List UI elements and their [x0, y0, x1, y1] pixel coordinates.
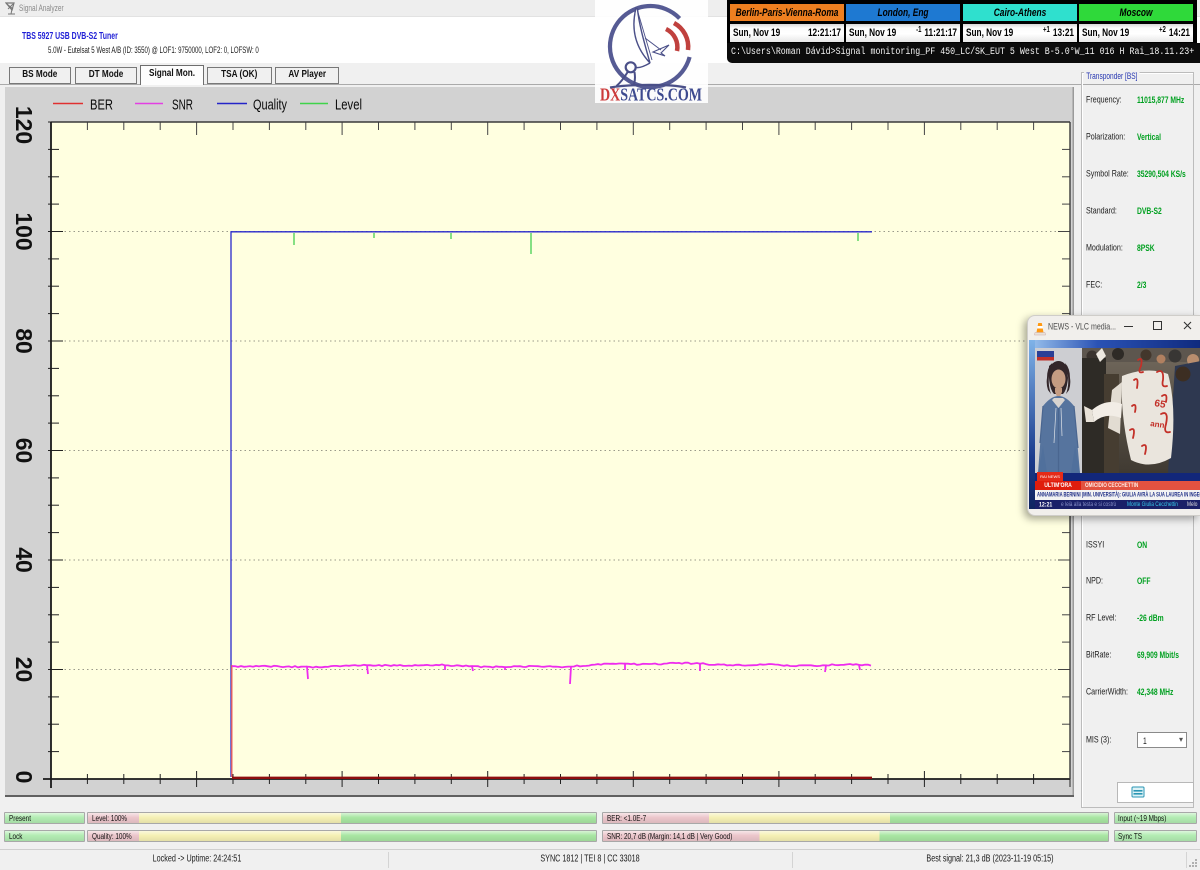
svg-text:60: 60	[11, 438, 37, 464]
svg-text:Quality: Quality	[253, 98, 288, 114]
svg-text:40: 40	[11, 547, 37, 573]
svg-text:Level: Level	[335, 98, 362, 114]
svg-text:120: 120	[11, 106, 37, 144]
svg-text:DXSATCS.COM: DXSATCS.COM	[600, 85, 702, 104]
svg-text:0: 0	[11, 771, 37, 784]
svg-text:80: 80	[11, 328, 37, 354]
svg-text:20: 20	[11, 657, 37, 683]
svg-text:BER: BER	[90, 98, 113, 114]
svg-text:SNR: SNR	[172, 98, 193, 114]
svg-text:100: 100	[11, 212, 37, 250]
